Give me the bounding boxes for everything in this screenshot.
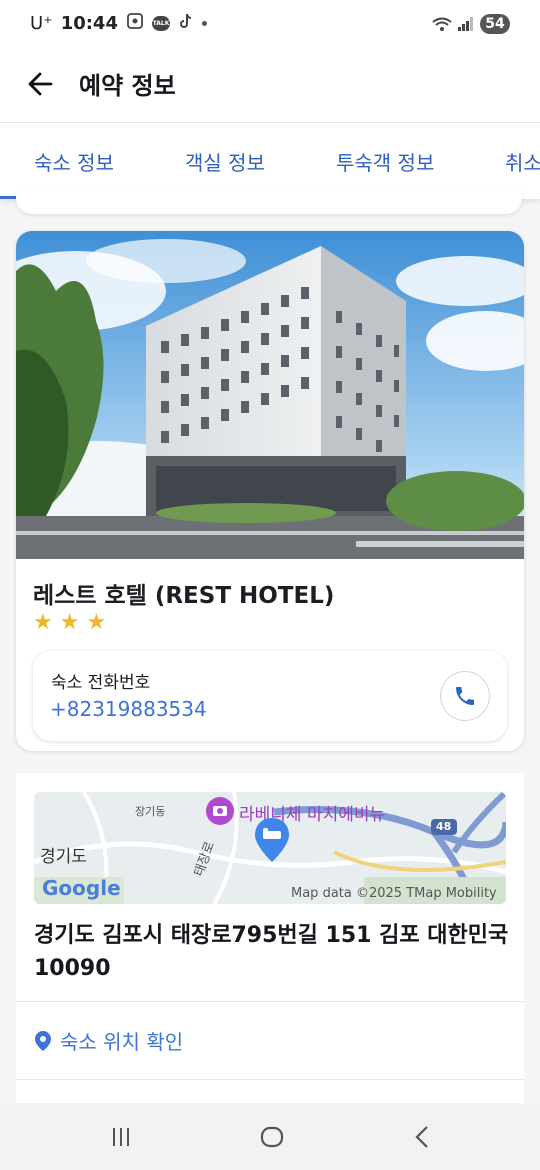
- phone-label: 숙소 전화번호: [51, 673, 151, 693]
- star-icon: ★: [33, 610, 53, 635]
- location-pin-icon: [35, 1030, 51, 1051]
- hotel-card: 레스트 호텔 (REST HOTEL) ★ ★ ★ 숙소 전화번호 +82319…: [16, 231, 524, 751]
- location-card: 장기동 라베니체 마치에비뉴 48 경기도 태장로 Google Map dat…: [16, 773, 524, 1103]
- status-bar: U⁺ 10:44 TALK 54: [0, 0, 540, 52]
- section-divider: [16, 1079, 524, 1080]
- home-icon: [260, 1126, 284, 1148]
- system-nav-bar: [0, 1104, 540, 1170]
- talk-icon: TALK: [151, 15, 170, 31]
- star-icon: ★: [59, 610, 80, 635]
- tiktok-icon: [178, 12, 194, 34]
- hotel-name: 레스트 호텔 (REST HOTEL): [33, 583, 335, 609]
- map-preview[interactable]: 장기동 라베니체 마치에비뉴 48 경기도 태장로 Google Map dat…: [34, 792, 506, 904]
- recent-apps-button[interactable]: [101, 1122, 141, 1152]
- screenshot-icon: [126, 12, 144, 34]
- tab-cancel[interactable]: 취소: [505, 147, 540, 176]
- nav-back-button[interactable]: [403, 1122, 443, 1152]
- previous-card-edge: [16, 190, 522, 214]
- home-button[interactable]: [252, 1122, 292, 1152]
- signal-icon: [458, 17, 473, 31]
- star-rating: ★ ★ ★: [33, 611, 106, 635]
- tab-bar: 숙소 정보 객실 정보 투숙객 정보 취소: [0, 122, 540, 199]
- address: 경기도 김포시 태장로795번길 151 김포 대한민국 10090: [34, 923, 509, 981]
- tab-room-info[interactable]: 객실 정보: [185, 147, 265, 176]
- star-icon: ★: [86, 610, 107, 635]
- route-badge: 48: [436, 820, 452, 833]
- map-label-janggi: 장기동: [135, 805, 166, 818]
- phone-box: 숙소 전화번호 +82319883534: [33, 651, 507, 741]
- section-divider: [16, 1001, 524, 1002]
- battery-icon: 54: [480, 14, 510, 34]
- hotel-photo[interactable]: [16, 231, 524, 559]
- tab-guest-info[interactable]: 투숙객 정보: [336, 147, 434, 176]
- back-button[interactable]: [20, 64, 60, 104]
- arrow-left-icon: [28, 72, 53, 96]
- view-location-label: 숙소 위치 확인: [60, 1030, 184, 1054]
- camera-icon: [206, 797, 234, 825]
- map-label-gyeonggi: 경기도: [40, 847, 87, 867]
- app-bar: 예약 정보: [0, 52, 540, 122]
- phone-icon: [456, 687, 474, 705]
- page-title: 예약 정보: [79, 72, 176, 100]
- hotel-pin-icon: [255, 818, 289, 862]
- tab-property-info[interactable]: 숙소 정보: [34, 147, 114, 176]
- carrier-label: U⁺: [30, 12, 53, 34]
- clock: 10:44: [60, 12, 118, 34]
- google-logo: Google: [42, 876, 121, 900]
- dot-icon: [201, 20, 207, 26]
- wifi-icon: [432, 17, 452, 31]
- map-attribution: Map data ©2025 TMap Mobility: [291, 886, 497, 901]
- recent-apps-icon: [113, 1128, 129, 1146]
- view-location-link[interactable]: 숙소 위치 확인: [34, 1026, 183, 1055]
- phone-number[interactable]: +82319883534: [50, 697, 207, 721]
- call-button[interactable]: [440, 671, 490, 721]
- chevron-left-icon: [415, 1126, 428, 1148]
